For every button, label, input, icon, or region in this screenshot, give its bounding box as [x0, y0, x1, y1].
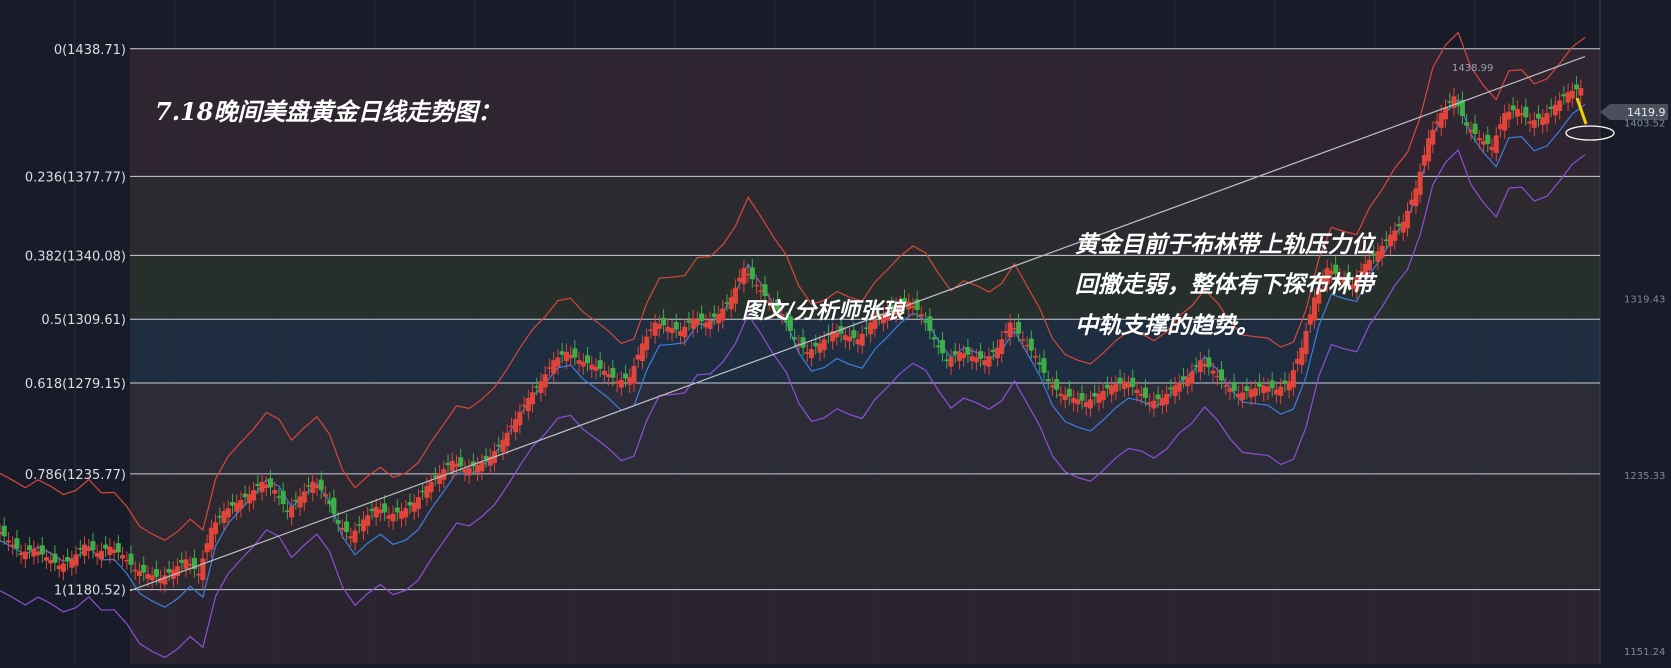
chart-canvas: 0(1438.71) 0.236(1377.77) 0.382(1340.08) 0.…: [0, 0, 1671, 664]
annotation-line-1: 黄金目前于布林带上轨压力位: [1075, 231, 1377, 258]
fib-level-label: 0.382(1340.08): [25, 249, 126, 264]
fib-level-label: 1(1180.52): [54, 584, 126, 599]
y-axis-tick: 1403.52: [1624, 118, 1665, 129]
fib-level-label: 0.618(1279.15): [25, 377, 126, 392]
fib-zone: [130, 383, 1600, 474]
y-axis-tick: 1235.33: [1624, 471, 1665, 482]
peak-price-label: 1438.99: [1452, 63, 1493, 74]
annotation-line-3: 中轨支撑的趋势。: [1075, 312, 1259, 339]
current-price-label: 1419.9: [1627, 106, 1666, 119]
y-axis-tick: 1151.24: [1624, 647, 1665, 658]
fib-level-label: 0.5(1309.61): [41, 313, 126, 328]
fib-level-label: 0.236(1377.77): [25, 170, 126, 185]
annotation-line-2: 回撤走弱，整体有下探布林带: [1075, 271, 1378, 298]
fib-level-label: 0(1438.71): [54, 43, 126, 58]
fib-zone: [130, 589, 1600, 664]
fib-zone: [130, 176, 1600, 256]
author-credit: 图文/分析师张琅: [742, 298, 907, 324]
chart-title: 7.18晚间美盘黄金日线走势图：: [155, 97, 501, 126]
gold-daily-chart: 0(1438.71) 0.236(1377.77) 0.382(1340.08) 0.…: [0, 0, 1671, 664]
y-axis-tick: 1319.43: [1624, 295, 1665, 306]
